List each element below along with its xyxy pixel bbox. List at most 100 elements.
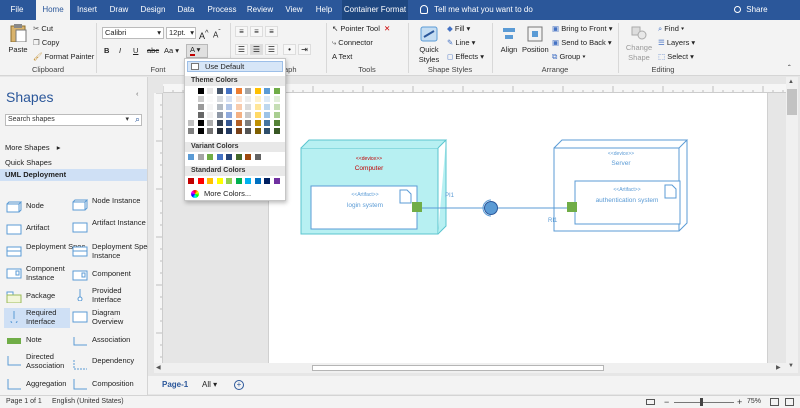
- send-to-back-button[interactable]: ▣ Send to Back ▾: [552, 38, 612, 48]
- find-button[interactable]: ⌕ Find ▾: [658, 24, 684, 34]
- standard-color-swatch[interactable]: [235, 178, 242, 184]
- stencil-directed-association[interactable]: Directed Association: [6, 352, 72, 372]
- align-button[interactable]: Align: [498, 26, 520, 55]
- theme-color-swatch[interactable]: [197, 112, 204, 118]
- theme-color-swatch[interactable]: [216, 128, 223, 134]
- zoom-in-button[interactable]: +: [737, 396, 742, 408]
- underline-button[interactable]: U: [133, 46, 138, 56]
- login-system-artifact[interactable]: <<Artifact>> login system: [310, 185, 418, 230]
- theme-color-swatch[interactable]: [216, 96, 223, 102]
- tools-extra-button[interactable]: ✕: [384, 24, 390, 34]
- zoom-out-button[interactable]: −: [664, 396, 669, 408]
- theme-color-swatch[interactable]: [226, 112, 232, 118]
- tab-file[interactable]: File: [2, 0, 32, 20]
- theme-color-swatch[interactable]: [273, 112, 280, 118]
- indent-button[interactable]: ⇥: [298, 44, 311, 55]
- theme-color-swatch[interactable]: [226, 88, 232, 94]
- theme-color-swatch[interactable]: [235, 120, 242, 126]
- theme-color-swatch[interactable]: [216, 88, 223, 94]
- horizontal-scrollbar[interactable]: ◀ ▶: [154, 363, 786, 373]
- uml-deployment-stencil[interactable]: UML Deployment: [0, 169, 147, 181]
- stencil-deployment-spec-instance[interactable]: Deployment Spec Instance: [72, 242, 151, 262]
- bring-to-front-button[interactable]: ▣ Bring to Front ▾: [552, 24, 612, 34]
- align-right-button[interactable]: ☰: [265, 44, 278, 55]
- variant-color-swatch[interactable]: [254, 154, 261, 160]
- theme-color-swatch[interactable]: [264, 120, 270, 126]
- theme-color-swatch[interactable]: [188, 88, 194, 94]
- theme-color-swatch[interactable]: [245, 104, 251, 110]
- stencil-package[interactable]: Package: [6, 288, 72, 308]
- change-shape-button[interactable]: Change Shape: [624, 26, 654, 63]
- zoom-slider[interactable]: [674, 402, 734, 403]
- theme-color-swatch[interactable]: [235, 104, 242, 110]
- collapse-pane-button[interactable]: ‹: [136, 89, 139, 99]
- drawing-page[interactable]: <<device>> Computer <<Artifact>> login s…: [268, 93, 768, 363]
- quick-styles-button[interactable]: Quick Styles: [412, 26, 446, 65]
- zoom-slider-thumb[interactable]: [700, 398, 703, 406]
- standard-color-swatch[interactable]: [226, 178, 232, 184]
- use-default-item[interactable]: Use Default: [187, 61, 283, 72]
- variant-color-swatch[interactable]: [216, 154, 223, 160]
- standard-color-swatch[interactable]: [197, 178, 204, 184]
- auth-port[interactable]: [567, 202, 577, 212]
- theme-color-swatch[interactable]: [254, 88, 261, 94]
- all-pages-button[interactable]: All ▾: [202, 380, 217, 389]
- font-family-select[interactable]: Calibri ▾: [102, 27, 164, 39]
- scroll-left-arrow[interactable]: ◀: [156, 364, 161, 371]
- tab-help[interactable]: Help: [310, 0, 338, 20]
- add-page-icon[interactable]: +: [234, 380, 244, 390]
- switch-windows-icon[interactable]: [785, 398, 794, 406]
- theme-color-swatch[interactable]: [264, 96, 270, 102]
- standard-color-swatch[interactable]: [216, 178, 223, 184]
- tab-view[interactable]: View: [280, 0, 308, 20]
- quick-shapes-item[interactable]: Quick Shapes: [5, 158, 52, 167]
- fill-button[interactable]: ◆ Fill ▾: [447, 24, 470, 34]
- position-button[interactable]: Position: [522, 26, 549, 55]
- theme-color-swatch[interactable]: [197, 120, 204, 126]
- theme-color-swatch[interactable]: [254, 128, 261, 134]
- group-button[interactable]: ⧉ Group ▾: [552, 52, 586, 62]
- stencil-artifact-instance[interactable]: Artifact Instance: [72, 218, 146, 238]
- tab-container-format[interactable]: Container Format: [342, 0, 408, 20]
- stencil-required-interface[interactable]: Required Interface: [4, 308, 70, 328]
- theme-color-swatch[interactable]: [197, 128, 204, 134]
- standard-color-swatch[interactable]: [188, 178, 194, 184]
- tab-process[interactable]: Process: [203, 0, 241, 20]
- scroll-thumb[interactable]: [312, 365, 604, 371]
- vertical-scrollbar[interactable]: ▲ ▼: [786, 77, 798, 373]
- stencil-association[interactable]: Association: [72, 332, 144, 352]
- stencil-node[interactable]: Node: [6, 198, 72, 218]
- paste-button[interactable]: Paste: [6, 24, 30, 55]
- effects-button[interactable]: ◻ Effects ▾: [447, 52, 484, 62]
- interface-ball[interactable]: [484, 201, 498, 215]
- scroll-thumb[interactable]: [787, 89, 797, 115]
- theme-color-swatch[interactable]: [273, 120, 280, 126]
- variant-color-swatch[interactable]: [188, 154, 194, 160]
- variant-color-swatch[interactable]: [197, 154, 204, 160]
- shrink-font-button[interactable]: Aˇ: [213, 28, 221, 41]
- pointer-tool-button[interactable]: ↖ Pointer Tool: [332, 24, 380, 34]
- search-icon[interactable]: ⌕: [135, 114, 140, 124]
- theme-color-swatch[interactable]: [235, 88, 242, 94]
- theme-color-swatch[interactable]: [235, 96, 242, 102]
- theme-color-swatch[interactable]: [235, 112, 242, 118]
- bold-button[interactable]: B: [104, 46, 109, 56]
- connector-button[interactable]: ⤷ Connector: [332, 38, 373, 48]
- align-center-button[interactable]: ☰: [250, 44, 263, 55]
- theme-color-swatch[interactable]: [216, 104, 223, 110]
- bullets-button[interactable]: •: [283, 44, 296, 55]
- theme-color-swatch[interactable]: [188, 112, 194, 118]
- tab-insert[interactable]: Insert: [72, 0, 102, 20]
- theme-color-swatch[interactable]: [188, 120, 194, 126]
- variant-color-swatch[interactable]: [245, 154, 251, 160]
- theme-color-swatch[interactable]: [273, 128, 280, 134]
- grow-font-button[interactable]: A^: [199, 28, 209, 41]
- theme-color-swatch[interactable]: [264, 128, 270, 134]
- theme-color-swatch[interactable]: [264, 112, 270, 118]
- align-left-button[interactable]: ☰: [235, 44, 248, 55]
- stencil-component[interactable]: Component: [72, 266, 144, 286]
- share-button[interactable]: Share: [734, 0, 768, 20]
- theme-color-swatch[interactable]: [226, 128, 232, 134]
- cut-button[interactable]: ✂ Cut: [33, 24, 53, 34]
- theme-color-swatch[interactable]: [207, 88, 213, 94]
